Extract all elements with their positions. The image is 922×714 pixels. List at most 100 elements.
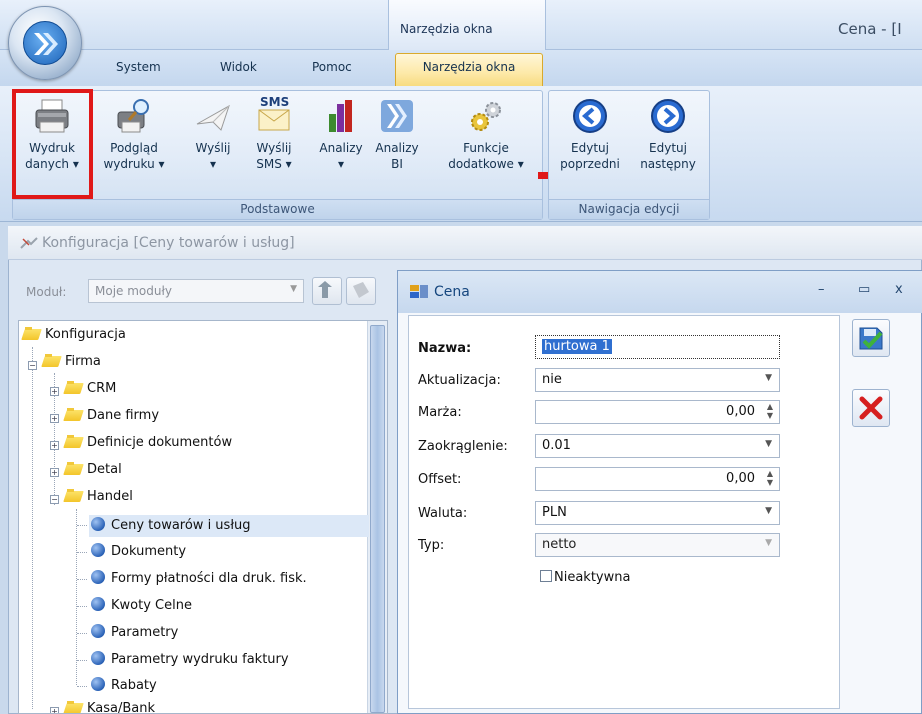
inactive-label: Nieaktywna [554,570,631,585]
leaf-icon [91,543,105,557]
preview-label-2: wydruku ▾ [103,157,165,171]
tree-item[interactable]: Konfiguracja [23,327,126,349]
tree-line [77,579,87,580]
scrollbar-thumb[interactable] [370,325,385,713]
close-x-icon [859,396,883,420]
tree-item-label: Handel [87,489,133,504]
module-label: Moduł: [26,285,67,299]
inactive-checkbox[interactable]: Nieaktywna [540,570,630,585]
tree-item-label: Kasa/Bank [87,701,156,714]
tree-item[interactable]: Parametry [91,624,178,646]
tab-widok[interactable]: Widok [220,60,257,74]
bi-logo-icon [377,96,417,136]
edit-next-button[interactable]: Edytuj następny [630,96,706,172]
tab-pomoc[interactable]: Pomoc [312,60,352,74]
tree-item-label: Dokumenty [111,544,187,559]
tree-item[interactable]: Detal [65,462,122,484]
tree-item[interactable]: Parametry wydruku faktury [91,651,289,673]
tree-item[interactable]: Firma [43,354,101,376]
tree-item[interactable]: Dane firmy [65,408,159,430]
offset-label: Offset: [418,472,462,487]
tree-item-selected[interactable]: Ceny towarów i usług [89,515,369,537]
tree-item[interactable]: Kwoty Celne [91,597,192,619]
tree-item[interactable]: Definicje dokumentów [65,435,232,457]
tree-item[interactable]: Rabaty [91,677,157,699]
analyses-bi-button[interactable]: Analizy BI [372,96,422,172]
window-title: Cena - [I [838,20,902,38]
prev-label-2: poprzedni [560,157,620,171]
module-select[interactable]: Moje moduły ▼ [88,279,304,303]
sms-label-1: Wyślij [256,141,292,155]
send-label-2: ▾ [209,157,217,171]
save-button[interactable] [852,319,890,357]
extra-functions-button[interactable]: Funkcje dodatkowe ▾ [436,96,536,172]
leaf-icon [91,651,105,665]
tree-item[interactable]: Dokumenty [91,543,186,565]
tree-item-label: Rabaty [111,678,157,693]
tree-up-icon [318,281,332,298]
name-field-value: hurtowa 1 [542,339,612,354]
print-preview-button[interactable]: Podgląd wydruku ▾ [94,96,174,172]
contextual-title: Narzędzia okna [400,22,493,36]
tree-item-label: Definicje dokumentów [87,435,233,450]
tab-system[interactable]: System [116,60,161,74]
rounding-select[interactable]: 0.01 ▼ [535,434,780,458]
expand-toggle[interactable]: + [50,468,59,477]
chevron-down-icon: ▼ [765,538,772,548]
collapse-toggle[interactable]: − [50,495,59,504]
margin-label: Marża: [418,405,462,420]
spinner-icon[interactable]: ▲ ▼ [767,469,773,487]
tree-line [77,525,87,526]
group-label: Nawigacja edycji [549,199,709,219]
rounding-label: Zaokrąglenie: [418,439,508,454]
name-field[interactable]: hurtowa 1 [535,335,780,359]
folder-icon [43,354,61,367]
tree-item[interactable]: Formy płatności dla druk. fisk. [91,570,307,592]
update-label: Aktualizacja: [418,373,501,388]
app-logo-icon [23,21,67,65]
tree-item-label: Detal [87,462,122,477]
expand-toggle[interactable]: + [50,387,59,396]
expand-toggle[interactable]: + [50,441,59,450]
send-button[interactable]: Wyślij ▾ [186,96,240,172]
expand-toggle[interactable]: + [50,707,59,713]
application-menu-button[interactable] [8,6,82,80]
tree-item[interactable]: Kasa/Bank [65,701,156,714]
chevron-down-icon: ▼ [765,439,772,449]
tree-item[interactable]: Handel [65,489,133,511]
spinner-icon[interactable]: ▲ ▼ [767,402,773,420]
tree-item-label: Firma [65,354,101,369]
folder-icon [65,701,83,713]
arrow-left-icon [570,96,610,136]
print-preview-icon [114,96,154,136]
type-select: netto ▼ [535,533,780,557]
tree-line [77,552,87,553]
currency-select[interactable]: PLN ▼ [535,501,780,525]
maximize-button[interactable]: ▭ [858,282,870,297]
tree-item[interactable]: CRM [65,381,116,403]
dialog-title: Cena [434,284,470,300]
dialog-title-bar[interactable] [398,271,922,313]
offset-field[interactable]: 0,00 ▲ ▼ [535,467,780,491]
tree-scrollbar[interactable] [367,321,387,713]
currency-select-value: PLN [542,505,567,520]
checkbox-box[interactable] [540,570,552,582]
analyses-button[interactable]: Analizy ▾ [312,96,370,172]
edit-previous-button[interactable]: Edytuj poprzedni [552,96,628,172]
send-sms-button[interactable]: SMS Wyślij SMS ▾ [246,95,302,172]
leaf-icon [91,597,105,611]
close-button[interactable]: x [895,282,903,297]
update-select[interactable]: nie ▼ [535,368,780,392]
tree-line [77,660,87,661]
module-action-button[interactable] [312,277,342,305]
collapse-toggle[interactable]: − [28,361,37,370]
expand-toggle[interactable]: + [50,414,59,423]
tab-narzedzia-okna[interactable]: Narzędzia okna [395,53,543,89]
margin-field[interactable]: 0,00 ▲ ▼ [535,400,780,424]
cancel-button[interactable] [852,389,890,427]
bi-label-2: BI [391,157,403,171]
next-label-1: Edytuj [649,141,687,155]
module-refresh-button[interactable] [346,277,376,305]
minimize-button[interactable]: – [818,282,825,297]
configuration-tree[interactable]: Konfiguracja − Firma + CRM + Dane firmy … [18,320,388,714]
